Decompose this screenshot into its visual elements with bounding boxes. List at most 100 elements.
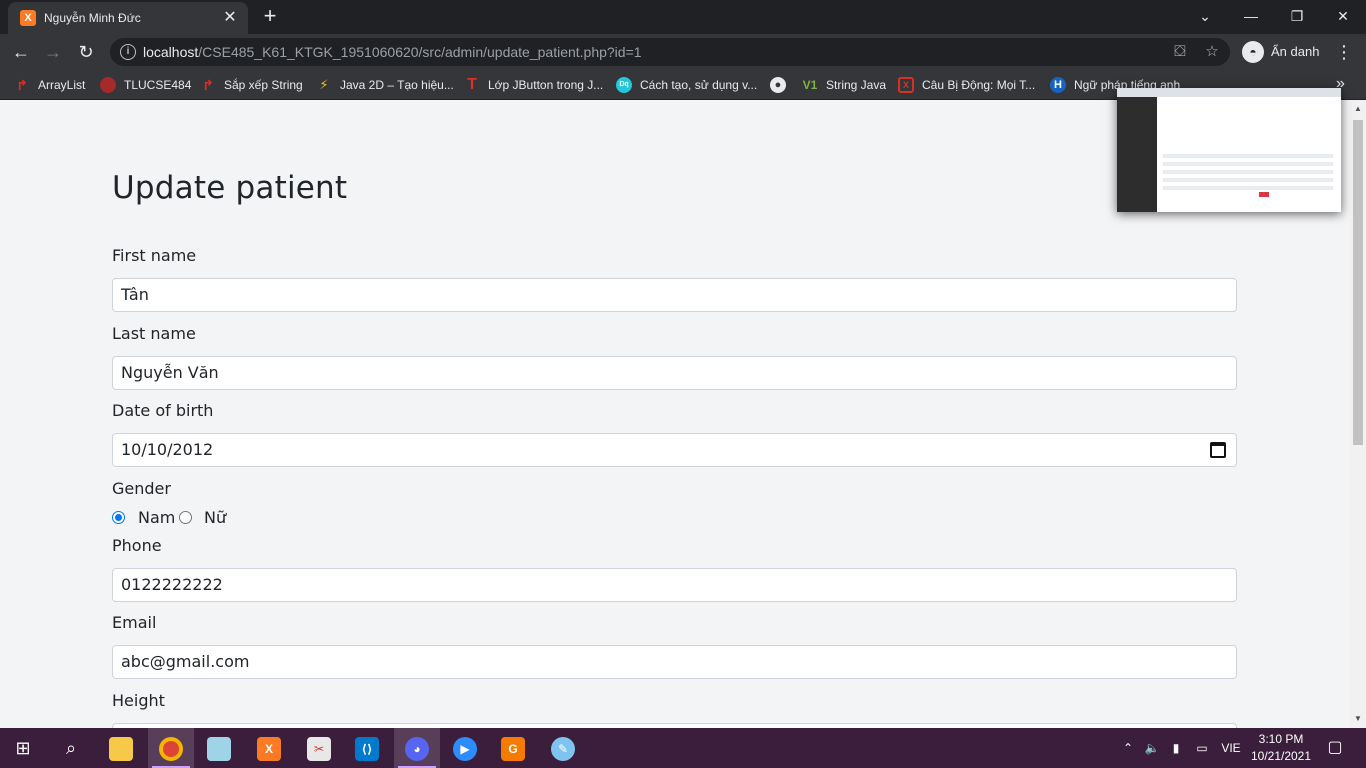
email-label: Email: [112, 613, 157, 632]
height-label: Height: [112, 691, 165, 710]
bookmark-item[interactable]: V1 String Java: [802, 76, 886, 94]
gender-radio-nu[interactable]: [179, 511, 192, 524]
file-explorer-icon[interactable]: [98, 728, 144, 768]
browser-menu-icon[interactable]: ⋮: [1334, 39, 1354, 65]
bookmark-box-icon: X: [898, 77, 914, 93]
bookmark-label: Câu Bị Động: Mọi T...: [922, 78, 1036, 92]
vscode-icon[interactable]: ⟨⟩: [344, 728, 390, 768]
snipping-tool-icon[interactable]: ✂: [296, 728, 342, 768]
windows-start-icon[interactable]: ⊞: [0, 728, 46, 768]
bookmark-arrow-icon: ↱: [16, 77, 28, 93]
thumbnail-row: [1163, 178, 1333, 182]
scroll-up-icon[interactable]: ▲: [1350, 102, 1366, 116]
forward-icon[interactable]: →: [40, 39, 66, 65]
bookmark-arrow-icon: ↱: [202, 77, 214, 93]
search-icon[interactable]: ⌕: [48, 728, 94, 768]
incognito-indicator[interactable]: ◓ Ẩn danh: [1238, 38, 1328, 66]
site-info-icon[interactable]: i: [120, 44, 136, 60]
first-name-input[interactable]: Tân: [112, 278, 1237, 312]
gender-option-nu-label: Nữ: [204, 508, 227, 527]
battery-icon[interactable]: ▭: [1190, 728, 1214, 768]
input-language[interactable]: VIE: [1218, 728, 1244, 768]
thumbnail-browser-bar: [1117, 88, 1341, 97]
back-icon[interactable]: ←: [8, 39, 34, 65]
bookmark-star-icon[interactable]: ☆: [1202, 42, 1222, 62]
gender-option-nam-label: Nam: [138, 508, 176, 527]
zoom-icon[interactable]: ▶: [442, 728, 488, 768]
new-tab-icon[interactable]: +: [258, 4, 282, 28]
microphone-icon[interactable]: ▮: [1166, 728, 1186, 768]
dob-label: Date of birth: [112, 401, 214, 420]
bookmark-item[interactable]: X Câu Bị Động: Mọi T...: [898, 76, 1035, 94]
address-bar[interactable]: i localhost/CSE485_K61_KTGK_1951060620/s…: [110, 38, 1230, 66]
incognito-label: Ẩn danh: [1271, 44, 1320, 59]
bookmark-item[interactable]: ↱ ArrayList: [14, 76, 85, 94]
bookmark-item[interactable]: Dq Cách tạo, sử dụng v...: [616, 76, 757, 94]
page-scrollbar[interactable]: ▲ ▼: [1350, 100, 1366, 728]
phone-label: Phone: [112, 536, 162, 555]
notification-icon[interactable]: ▢: [1320, 728, 1350, 768]
bookmark-item[interactable]: ●: [770, 76, 794, 94]
paint-icon[interactable]: ✎: [540, 728, 586, 768]
thumbnail-row: [1163, 162, 1333, 166]
reload-icon[interactable]: ↻: [73, 39, 99, 65]
bookmark-label: TLUCSE484: [124, 78, 192, 92]
bookmark-lightning-icon: ⚡: [319, 77, 329, 92]
xampp-icon[interactable]: X: [246, 728, 292, 768]
incognito-icon: ◓: [1242, 41, 1264, 63]
scroll-thumb[interactable]: [1353, 120, 1363, 445]
browser-toolbar: ← → ↻ i localhost/CSE485_K61_KTGK_195106…: [0, 34, 1366, 70]
tab-search-chevron-icon[interactable]: ⌄: [1182, 2, 1228, 30]
chrome-icon[interactable]: [148, 728, 194, 768]
bookmark-label: Java 2D – Tạo hiệu...: [340, 78, 454, 92]
close-window-icon[interactable]: ✕: [1320, 2, 1366, 30]
translate-icon[interactable]: ⛋: [1170, 42, 1190, 62]
discord-icon[interactable]: ◕: [394, 728, 440, 768]
dob-value: 10/10/2012: [121, 440, 214, 459]
tray-overflow-icon[interactable]: ⌃: [1118, 728, 1138, 768]
bookmark-label: ArrayList: [38, 78, 86, 92]
clock-time: 3:10 PM: [1258, 732, 1304, 746]
restore-icon[interactable]: ❐: [1274, 2, 1320, 30]
scroll-down-icon[interactable]: ▼: [1350, 712, 1366, 726]
first-name-label: First name: [112, 246, 197, 265]
bookmark-label: String Java: [826, 78, 887, 92]
last-name-input[interactable]: Nguyễn Văn: [112, 356, 1237, 390]
dob-input[interactable]: 10/10/2012: [112, 433, 1237, 467]
bookmark-item[interactable]: ↱ Sắp xếp String: [200, 76, 303, 94]
system-clock[interactable]: 3:10 PM 10/21/2021: [1244, 731, 1318, 765]
email-input[interactable]: abc@gmail.com: [112, 645, 1237, 679]
tab-title: Nguyễn Minh Đức: [44, 11, 141, 25]
bookmark-shield-icon: [100, 77, 116, 93]
tab-preview-thumbnail: [1117, 88, 1341, 212]
minimize-icon[interactable]: —: [1228, 2, 1274, 30]
page-title: Update patient: [112, 170, 348, 206]
thumbnail-row: [1163, 170, 1333, 174]
bookmark-v1-icon: V1: [802, 78, 818, 92]
tab-bar: X Nguyễn Minh Đức ✕ + ⌄ — ❐ ✕: [0, 0, 1366, 34]
xampp-favicon-icon: X: [20, 10, 36, 26]
bookmark-item[interactable]: T Lớp JButton trong J...: [464, 76, 603, 94]
bookmark-label: Lớp JButton trong J...: [488, 78, 604, 92]
thumbnail-row: [1163, 186, 1333, 190]
bookmark-h-icon: H: [1050, 77, 1066, 93]
phone-input[interactable]: 0122222222: [112, 568, 1237, 602]
notes-app-icon[interactable]: [196, 728, 242, 768]
pdf-app-icon[interactable]: G: [490, 728, 536, 768]
close-tab-icon[interactable]: ✕: [220, 8, 240, 28]
bookmark-item[interactable]: TLUCSE484: [100, 76, 191, 94]
bookmark-t-icon: T: [467, 76, 477, 93]
bookmark-label: Cách tạo, sử dụng v...: [640, 78, 758, 92]
bookmark-label: Sắp xếp String: [224, 78, 303, 92]
calendar-icon[interactable]: [1210, 442, 1226, 458]
last-name-label: Last name: [112, 324, 196, 343]
volume-icon[interactable]: 🔈: [1140, 728, 1164, 768]
url-text: localhost/CSE485_K61_KTGK_1951060620/src…: [143, 44, 642, 60]
thumbnail-button: [1259, 192, 1269, 197]
clock-date: 10/21/2021: [1250, 749, 1312, 763]
gender-radio-nam[interactable]: [112, 511, 125, 524]
bookmark-item[interactable]: ⚡ Java 2D – Tạo hiệu...: [316, 76, 454, 94]
browser-tab[interactable]: X Nguyễn Minh Đức ✕: [8, 2, 248, 34]
bookmark-dq-icon: Dq: [616, 77, 632, 93]
thumbnail-sidebar: [1117, 97, 1157, 212]
